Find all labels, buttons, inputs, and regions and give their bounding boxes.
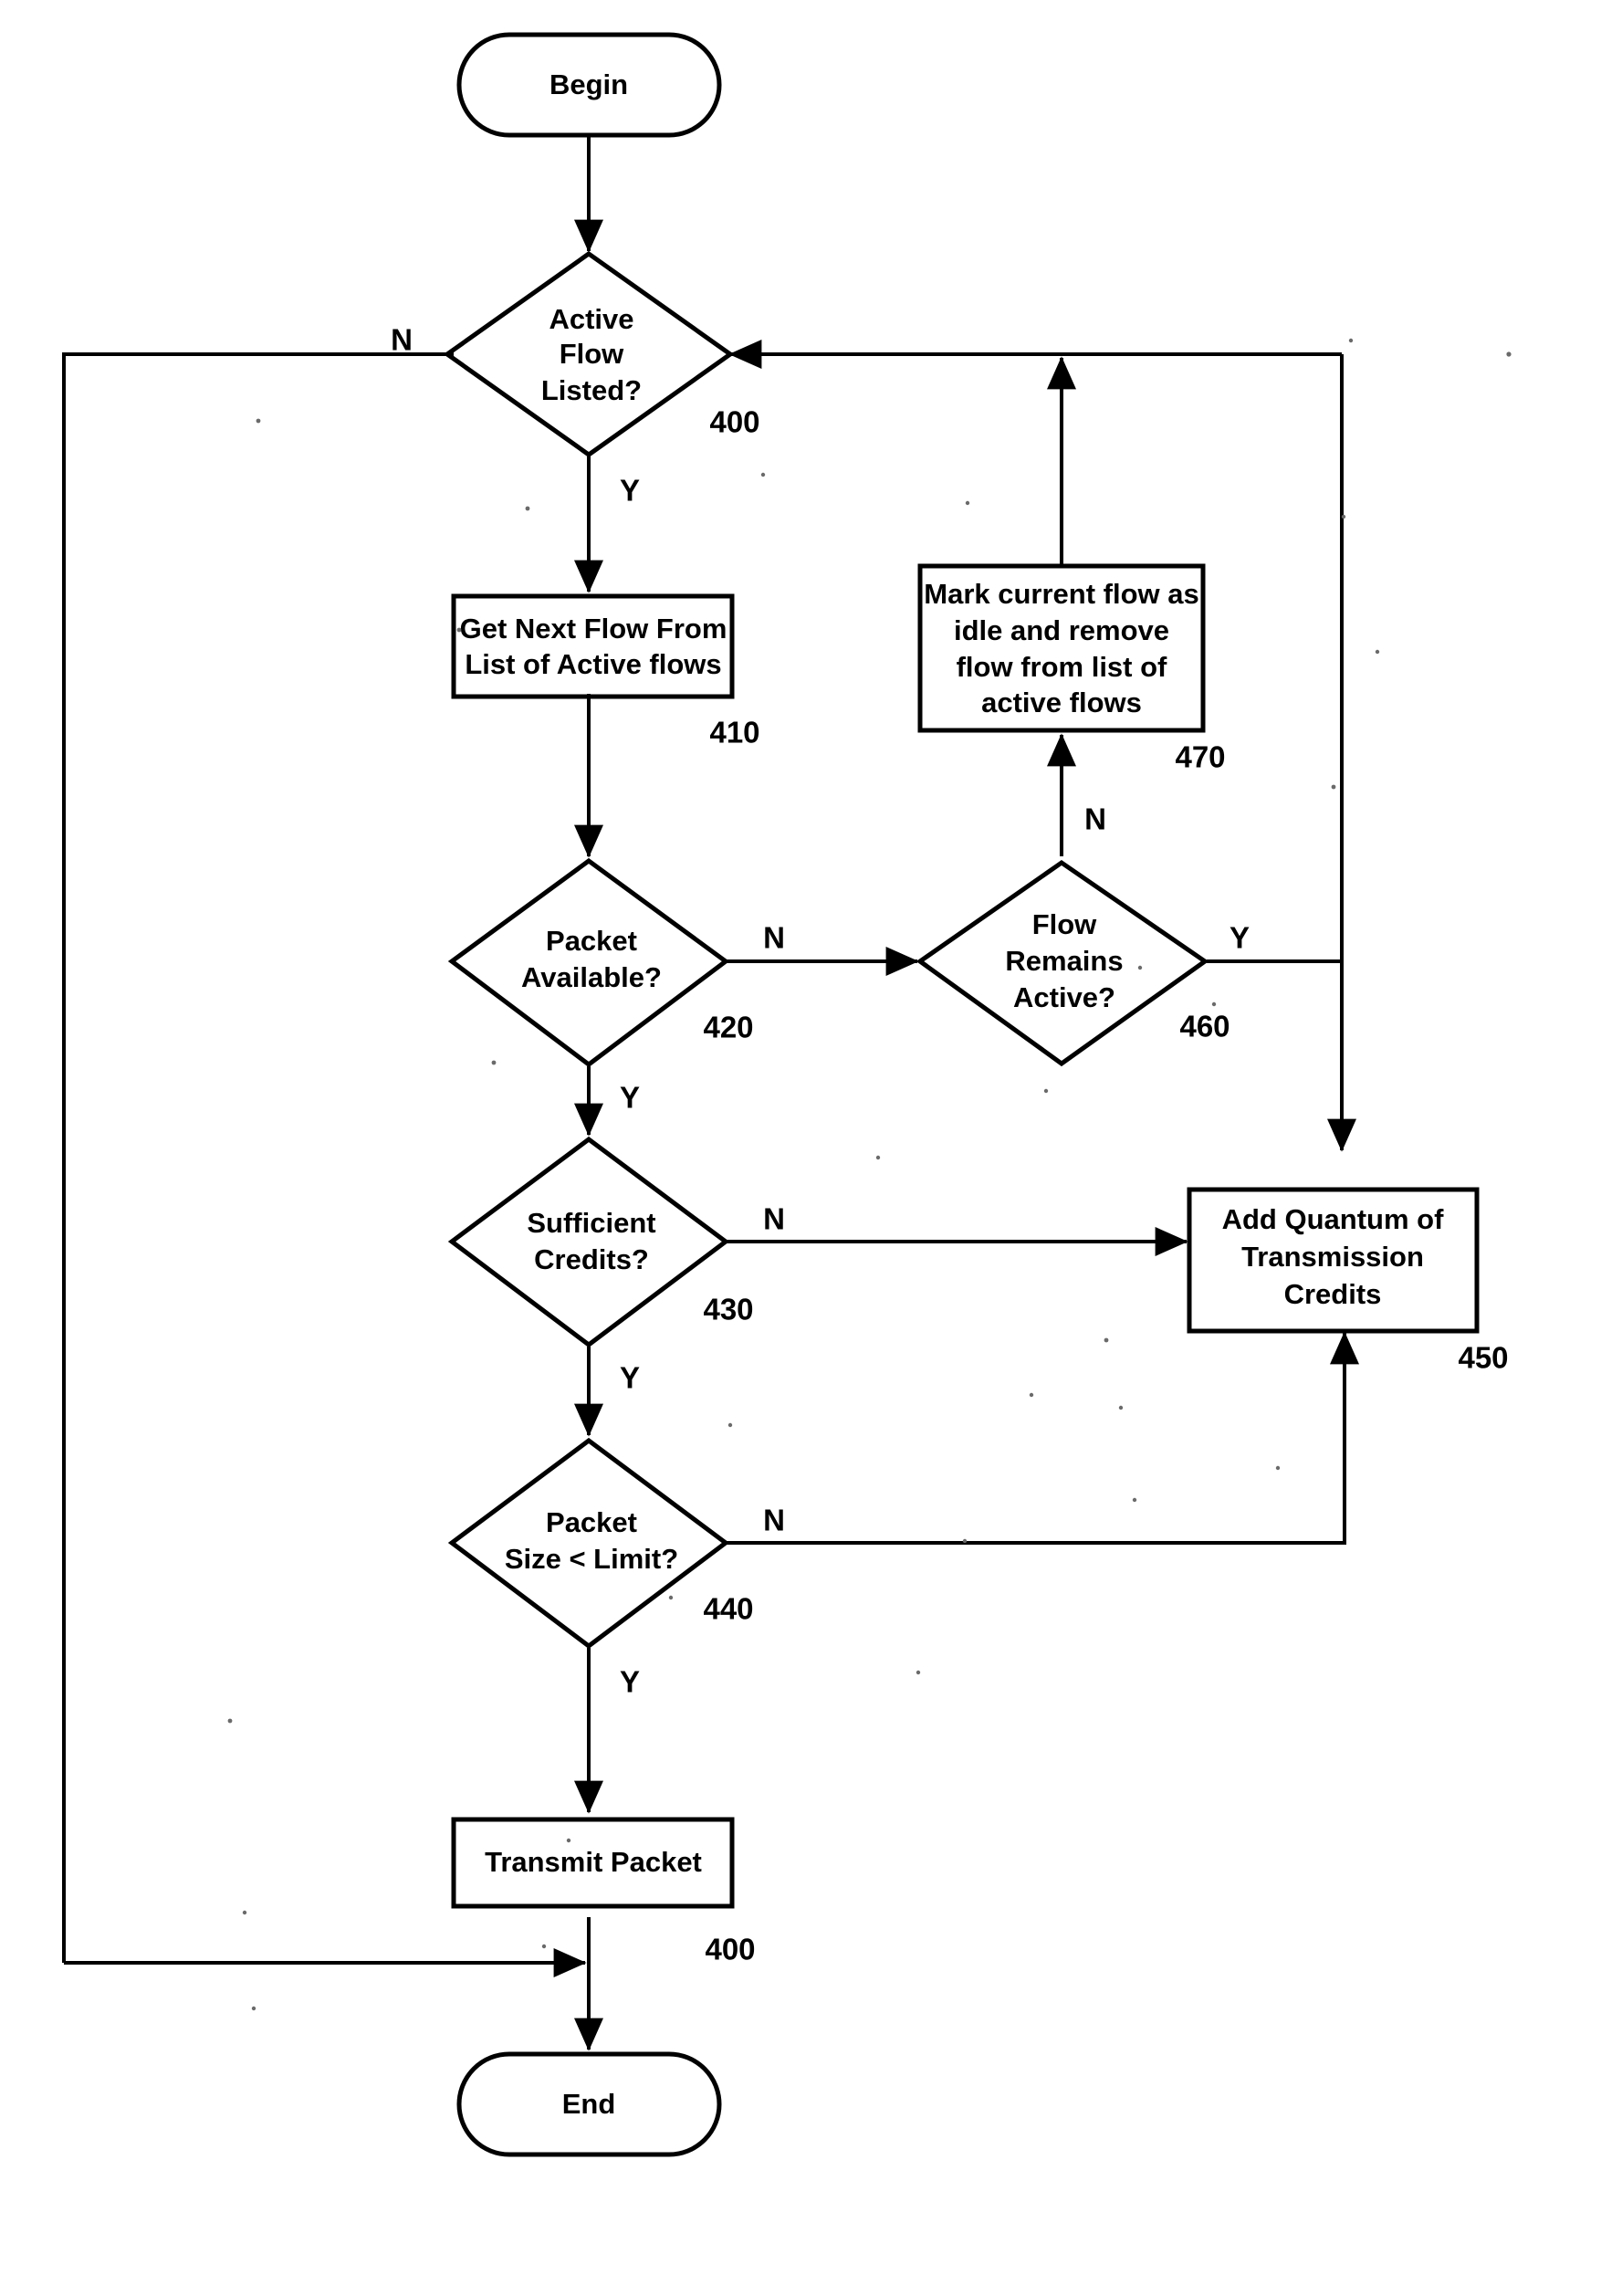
node-mark-flow-idle[interactable]: Mark current flow as idle and remove flo… [917, 563, 1226, 774]
end-label: End [562, 2088, 616, 2120]
packet-size-line-1: Packet [546, 1506, 637, 1538]
branch-label-460-yes: Y [1230, 921, 1250, 955]
active-flow-listed-line-3: Listed? [541, 374, 642, 406]
add-quantum-line-3: Credits [1284, 1278, 1382, 1310]
node-get-next-flow[interactable]: Get Next Flow From List of Active flows … [451, 593, 760, 750]
node-transmit-packet[interactable]: Transmit Packet 400 [451, 1817, 756, 1966]
branch-label-440-no: N [763, 1504, 785, 1537]
active-flow-listed-line-1: Active [549, 303, 633, 335]
mark-flow-idle-line-3: flow from list of [957, 651, 1167, 683]
packet-available-line-1: Packet [546, 925, 637, 957]
node-flow-remains-active[interactable]: Flow Remains Active? 460 [916, 859, 1230, 1067]
node-add-quantum-credits[interactable]: Add Quantum of Transmission Credits 450 [1187, 1187, 1509, 1375]
branch-label-400-yes: Y [620, 474, 640, 508]
branch-label-430-yes: Y [620, 1361, 640, 1395]
transmit-packet-label: Transmit Packet [485, 1846, 702, 1878]
node-packet-size-limit[interactable]: Packet Size < Limit? 440 [447, 1437, 754, 1650]
flow-remains-active-line-2: Remains [1005, 945, 1123, 977]
node-active-flow-listed[interactable]: Active Flow Listed? 400 [443, 250, 760, 458]
sufficient-credits-diamond [447, 1136, 730, 1348]
begin-label: Begin [549, 68, 628, 100]
connectors [62, 134, 1359, 2051]
ref-460: 460 [1179, 1010, 1230, 1043]
ref-440: 440 [703, 1592, 753, 1626]
sufficient-credits-line-1: Sufficient [527, 1207, 655, 1239]
get-next-flow-line-1: Get Next Flow From [460, 613, 727, 645]
flow-remains-active-line-3: Active? [1013, 981, 1115, 1013]
connector-400-no-loop [62, 352, 454, 1963]
branch-label-420-no: N [763, 921, 785, 955]
sufficient-credits-line-2: Credits? [534, 1243, 649, 1275]
ref-430: 430 [703, 1293, 753, 1326]
ref-420: 420 [703, 1011, 753, 1044]
connector-440-no-to-450 [726, 1337, 1346, 1545]
packet-size-line-2: Size < Limit? [505, 1543, 678, 1575]
mark-flow-idle-line-2: idle and remove [954, 614, 1169, 646]
add-quantum-line-1: Add Quantum of [1222, 1203, 1444, 1235]
active-flow-listed-line-2: Flow [560, 338, 624, 370]
ref-470: 470 [1175, 740, 1225, 774]
get-next-flow-line-2: List of Active flows [465, 648, 721, 680]
ref-450: 450 [1458, 1341, 1508, 1375]
mark-flow-idle-line-1: Mark current flow as [924, 578, 1198, 610]
ref-400-transmit: 400 [705, 1933, 755, 1966]
branch-label-430-no: N [763, 1202, 785, 1236]
branch-label-400-no: N [391, 323, 413, 357]
branch-label-440-yes: Y [620, 1665, 640, 1699]
add-quantum-line-2: Transmission [1241, 1241, 1424, 1273]
flowchart-canvas: Begin Active Flow Listed? 400 Get Next F… [62, 32, 1512, 2157]
flowchart-page: Begin Active Flow Listed? 400 Get Next F… [0, 0, 1622, 2296]
node-end[interactable]: End [456, 2051, 722, 2157]
branch-label-460-no: N [1084, 802, 1106, 836]
node-packet-available[interactable]: Packet Available? 420 [447, 857, 754, 1068]
node-begin[interactable]: Begin [456, 32, 722, 138]
get-next-flow-box [451, 593, 735, 699]
branch-label-420-yes: Y [620, 1081, 640, 1115]
scan-specks [227, 338, 1512, 2011]
ref-410: 410 [709, 716, 759, 750]
mark-flow-idle-line-4: active flows [981, 687, 1142, 718]
flow-remains-active-line-1: Flow [1032, 908, 1097, 940]
packet-available-line-2: Available? [521, 961, 662, 993]
ref-400-decision: 400 [709, 405, 759, 439]
node-sufficient-credits[interactable]: Sufficient Credits? 430 [447, 1136, 754, 1348]
